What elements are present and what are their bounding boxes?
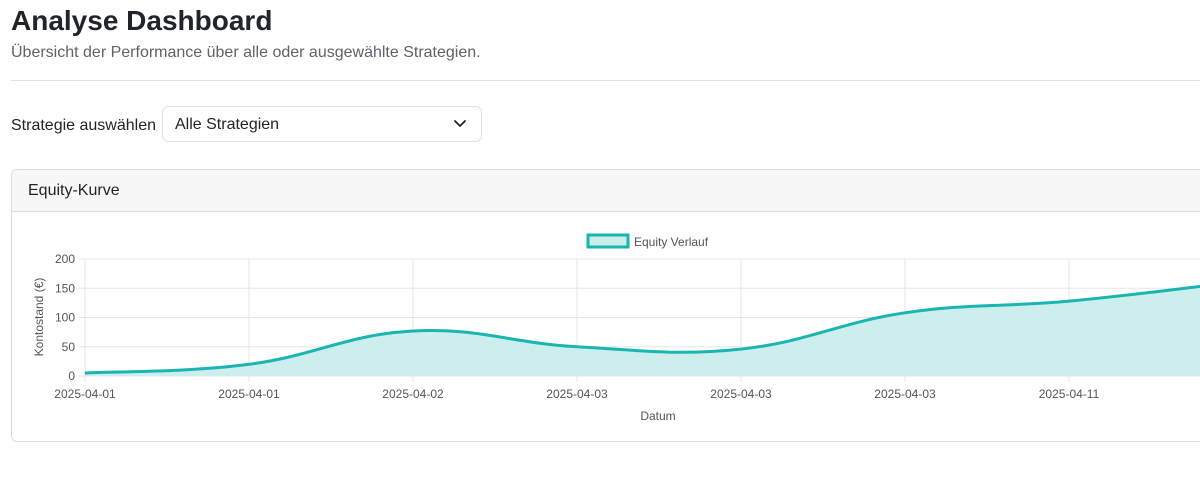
card-header: Equity-Kurve <box>12 170 1200 212</box>
x-axis-title: Datum <box>640 409 675 423</box>
y-tick-label: 150 <box>55 281 75 295</box>
divider <box>11 80 1200 81</box>
equity-area <box>85 286 1200 376</box>
y-tick-label: 0 <box>68 369 75 383</box>
y-tick-label: 50 <box>62 340 76 354</box>
y-tick-label: 200 <box>55 252 75 266</box>
card-title: Equity-Kurve <box>28 182 120 199</box>
x-tick-label: 2025-04-11 <box>1039 387 1100 401</box>
x-tick-label: 2025-04-02 <box>382 387 444 401</box>
strategy-select[interactable]: Alle Strategien <box>162 106 482 142</box>
x-tick-label: 2025-04-01 <box>54 387 116 401</box>
y-axis-title: Kontostand (€) <box>32 278 46 357</box>
y-tick-label: 100 <box>55 311 75 325</box>
equity-chart: 0 50 100 150 200 2025-04-01 2025-04-01 2025-04-… <box>32 233 1200 423</box>
x-tick-label: 2025-04-03 <box>546 387 608 401</box>
chevron-down-icon <box>454 120 466 127</box>
strategy-select-label: Strategie auswählen <box>11 117 156 134</box>
page-subtitle: Übersicht der Performance über alle oder… <box>11 44 481 61</box>
x-tick-label: 2025-04-03 <box>874 387 936 401</box>
x-tick-label: 2025-04-03 <box>710 387 772 401</box>
strategy-select-value: Alle Strategien <box>175 116 280 133</box>
page-title: Analyse Dashboard <box>11 5 273 36</box>
legend-swatch <box>586 233 630 249</box>
equity-curve-card: Equity-Kurve 0 50 100 150 200 2025-04-01 2025-… <box>11 169 1200 442</box>
x-tick-label: 2025-04-01 <box>218 387 280 401</box>
legend-label: Equity Verlauf <box>634 235 709 249</box>
